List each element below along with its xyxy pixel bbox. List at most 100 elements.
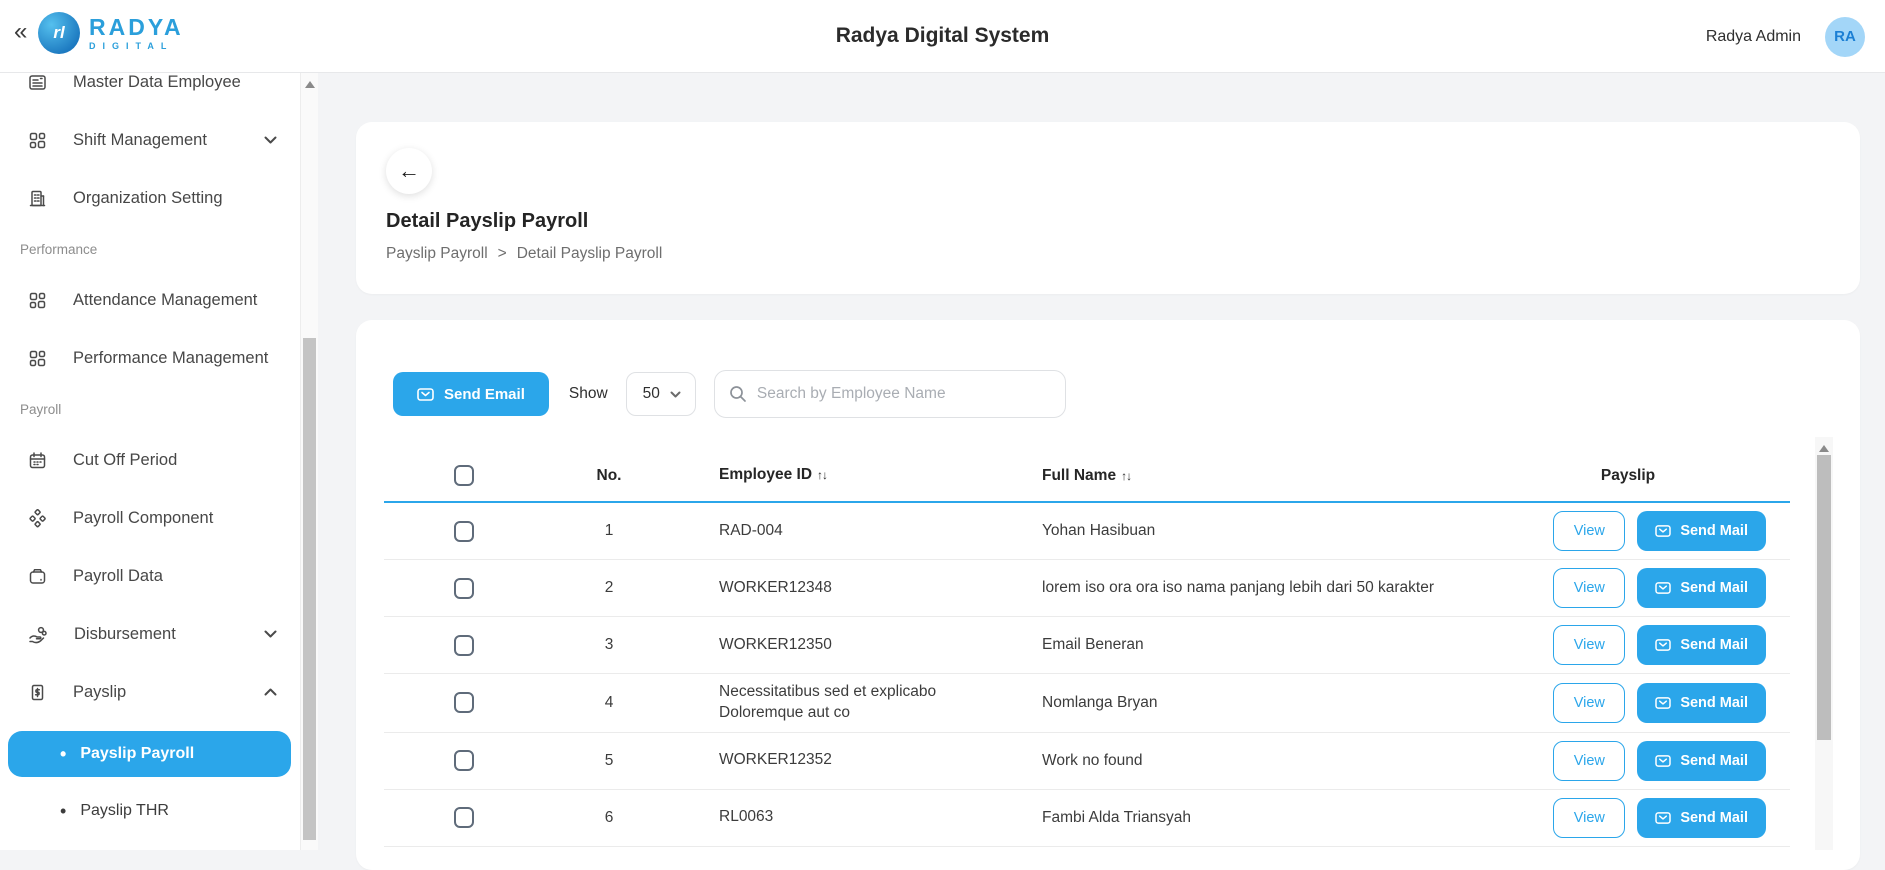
main-content: ← Detail Payslip Payroll Payslip Payroll… xyxy=(318,73,1885,850)
scrollbar-thumb[interactable] xyxy=(303,338,316,840)
select-all-checkbox[interactable] xyxy=(454,465,474,486)
envelope-icon xyxy=(1655,581,1671,595)
grid-icon xyxy=(28,349,47,368)
view-button[interactable]: View xyxy=(1553,568,1625,608)
back-button[interactable]: ← xyxy=(386,148,432,194)
cell-full-name: Nomlanga Bryan xyxy=(1004,694,1490,712)
send-mail-button[interactable]: Send Mail xyxy=(1637,741,1766,781)
scroll-up-arrow-icon[interactable] xyxy=(1819,445,1829,452)
sort-icon[interactable]: ↑↓ xyxy=(817,468,827,482)
sidebar-section-performance: Performance xyxy=(0,227,299,271)
grid-icon xyxy=(28,291,47,310)
wallet-icon xyxy=(28,567,47,586)
sidebar-item-payroll-data[interactable]: Payroll Data xyxy=(0,547,299,605)
cell-no: 4 xyxy=(544,694,674,712)
cell-full-name: Fambi Alda Triansyah xyxy=(1004,809,1490,827)
sidebar-item-shift-management[interactable]: Shift Management xyxy=(0,111,299,169)
sidebar-subitem-payslip-thr[interactable]: • Payslip THR xyxy=(8,789,291,833)
toolbar: Send Email Show 50 xyxy=(356,370,1860,418)
send-mail-button[interactable]: Send Mail xyxy=(1637,798,1766,838)
send-mail-button[interactable]: Send Mail xyxy=(1637,568,1766,608)
page-size-select[interactable]: 50 xyxy=(626,372,696,416)
table-scrollbar[interactable] xyxy=(1815,437,1833,850)
send-email-button[interactable]: Send Email xyxy=(393,372,549,416)
sidebar-item-master-data-employee[interactable]: Master Data Employee xyxy=(0,73,299,111)
row-checkbox[interactable] xyxy=(454,521,474,542)
column-header-employee-id[interactable]: Employee ID↑↓ xyxy=(674,465,1004,486)
sidebar-item-label: Payslip xyxy=(73,683,238,702)
table-row: 1 RAD-004 Yohan Hasibuan View Send Mail xyxy=(384,503,1790,560)
sidebar-item-label: Organization Setting xyxy=(73,189,277,208)
envelope-icon xyxy=(1655,524,1671,538)
sidebar-item-payroll-component[interactable]: Payroll Component xyxy=(0,489,299,547)
sidebar-section-payroll: Payroll xyxy=(0,387,299,431)
user-name: Radya Admin xyxy=(1706,28,1801,46)
sidebar-item-attendance-management[interactable]: Attendance Management xyxy=(0,271,299,329)
view-button[interactable]: View xyxy=(1553,625,1625,665)
cell-full-name: lorem iso ora ora iso nama panjang lebih… xyxy=(1004,579,1490,597)
envelope-icon xyxy=(1655,754,1671,768)
chevron-down-icon xyxy=(264,136,277,144)
scroll-up-arrow-icon[interactable] xyxy=(305,81,315,88)
envelope-icon xyxy=(1655,638,1671,652)
sidebar-item-organization-setting[interactable]: Organization Setting xyxy=(0,169,299,227)
row-checkbox[interactable] xyxy=(454,635,474,656)
row-checkbox[interactable] xyxy=(454,807,474,828)
envelope-icon xyxy=(1655,811,1671,825)
sidebar-item-payslip[interactable]: Payslip xyxy=(0,663,299,721)
bullet-icon: • xyxy=(60,802,66,820)
search-icon xyxy=(729,385,747,403)
app-title: Radya Digital System xyxy=(0,24,1885,48)
chevron-down-icon xyxy=(264,630,277,638)
breadcrumb-current: Detail Payslip Payroll xyxy=(517,245,663,263)
cell-employee-id: WORKER12350 xyxy=(674,635,1004,656)
show-label: Show xyxy=(569,385,608,403)
sidebar-scrollbar[interactable] xyxy=(300,73,318,850)
cell-no: 1 xyxy=(544,522,674,540)
calendar-icon xyxy=(28,451,47,470)
user-menu: Radya Admin RA xyxy=(1706,0,1865,73)
cell-no: 3 xyxy=(544,636,674,654)
sidebar-item-label: Attendance Management xyxy=(73,291,277,310)
building-icon xyxy=(28,189,47,208)
column-header-no: No. xyxy=(544,467,674,485)
sidebar-item-label: Payroll Data xyxy=(73,567,277,586)
view-button[interactable]: View xyxy=(1553,798,1625,838)
send-mail-button[interactable]: Send Mail xyxy=(1637,625,1766,665)
send-mail-button[interactable]: Send Mail xyxy=(1637,511,1766,551)
cell-employee-id: WORKER12352 xyxy=(674,750,1004,771)
row-checkbox[interactable] xyxy=(454,578,474,599)
table-row: 3 WORKER12350 Email Beneran View Send Ma… xyxy=(384,617,1790,674)
envelope-icon xyxy=(1655,696,1671,710)
search-input[interactable] xyxy=(757,385,1051,403)
sidebar: Master Data Employee Shift Management Or… xyxy=(0,73,318,850)
view-button[interactable]: View xyxy=(1553,683,1625,723)
breadcrumb-parent[interactable]: Payslip Payroll xyxy=(386,245,488,263)
sidebar-item-label: Performance Management xyxy=(73,349,277,368)
sidebar-item-label: Master Data Employee xyxy=(73,73,277,92)
scrollbar-thumb[interactable] xyxy=(1817,455,1831,740)
breadcrumb-separator: > xyxy=(498,245,507,263)
row-checkbox[interactable] xyxy=(454,750,474,771)
view-button[interactable]: View xyxy=(1553,741,1625,781)
cell-full-name: Yohan Hasibuan xyxy=(1004,522,1490,540)
sidebar-item-disbursement[interactable]: Disbursement xyxy=(0,605,299,663)
cell-no: 6 xyxy=(544,809,674,827)
sidebar-item-cut-off-period[interactable]: Cut Off Period xyxy=(0,431,299,489)
avatar[interactable]: RA xyxy=(1825,17,1865,57)
topbar: « rl RADYA DIGITAL Radya Digital System … xyxy=(0,0,1885,73)
envelope-icon xyxy=(417,387,434,402)
sort-icon[interactable]: ↑↓ xyxy=(1121,469,1131,483)
sidebar-item-performance-management[interactable]: Performance Management xyxy=(0,329,299,387)
table-header-row: No. Employee ID↑↓ Full Name↑↓ Payslip xyxy=(384,450,1790,503)
column-header-full-name[interactable]: Full Name↑↓ xyxy=(1004,467,1490,485)
row-checkbox[interactable] xyxy=(454,692,474,713)
table-row: 2 WORKER12348 lorem iso ora ora iso nama… xyxy=(384,560,1790,617)
employee-table: No. Employee ID↑↓ Full Name↑↓ Payslip 1 … xyxy=(384,450,1790,847)
send-mail-button[interactable]: Send Mail xyxy=(1637,683,1766,723)
sidebar-subitem-payslip-payroll[interactable]: • Payslip Payroll xyxy=(8,731,291,777)
cell-full-name: Email Beneran xyxy=(1004,636,1490,654)
table-card: Send Email Show 50 No. Employee ID↑↓ Ful… xyxy=(356,320,1860,870)
table-row: 5 WORKER12352 Work no found View Send Ma… xyxy=(384,733,1790,790)
view-button[interactable]: View xyxy=(1553,511,1625,551)
